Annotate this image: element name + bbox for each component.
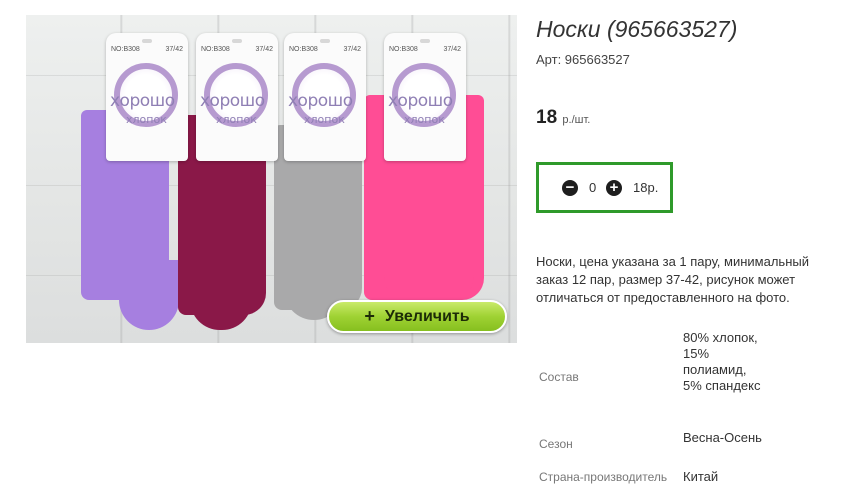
product-article: Арт: 965663527 — [536, 52, 630, 67]
plus-icon: + — [364, 306, 375, 326]
spec-value-country: Китай — [683, 469, 719, 484]
product-tag: NO:B308 37/42 хорошо хлопок — [106, 33, 188, 161]
minus-icon[interactable]: − — [562, 180, 578, 196]
spec-label-composition: Состав — [539, 370, 579, 384]
spec-value-composition: 80% хлопок, 15% полиамид, 5% спандекс — [683, 330, 761, 393]
plus-icon[interactable]: + — [606, 180, 622, 196]
product-description: Носки, цена указана за 1 пару, минимальн… — [536, 254, 809, 305]
product-tag: NO:B308 37/42 хорошо хлопок — [384, 33, 466, 161]
spec-value-season: Весна-Осень — [683, 430, 762, 445]
zoom-button[interactable]: + Увеличить — [327, 300, 507, 333]
product-tag: NO:B308 37/42 хорошо хлопок — [196, 33, 278, 161]
quantity-selector: − 0 + 18р. — [536, 162, 673, 213]
quantity-value[interactable]: 0 — [589, 180, 596, 195]
product-price: 18 р./шт. — [536, 107, 590, 129]
price-unit: р./шт. — [562, 114, 591, 126]
price-value: 18 — [536, 107, 558, 128]
quantity-sum: 18р. — [633, 180, 659, 195]
product-tag: NO:B308 37/42 хорошо хлопок — [284, 33, 366, 161]
spec-label-country: Страна-производитель — [539, 470, 668, 484]
product-title: Носки (965663527) — [536, 16, 738, 42]
zoom-button-label: Увеличить — [384, 307, 470, 325]
spec-label-season: Сезон — [539, 437, 573, 451]
product-image[interactable]: NO:B308 37/42 хорошо хлопок NO:B308 37/4… — [26, 15, 517, 343]
